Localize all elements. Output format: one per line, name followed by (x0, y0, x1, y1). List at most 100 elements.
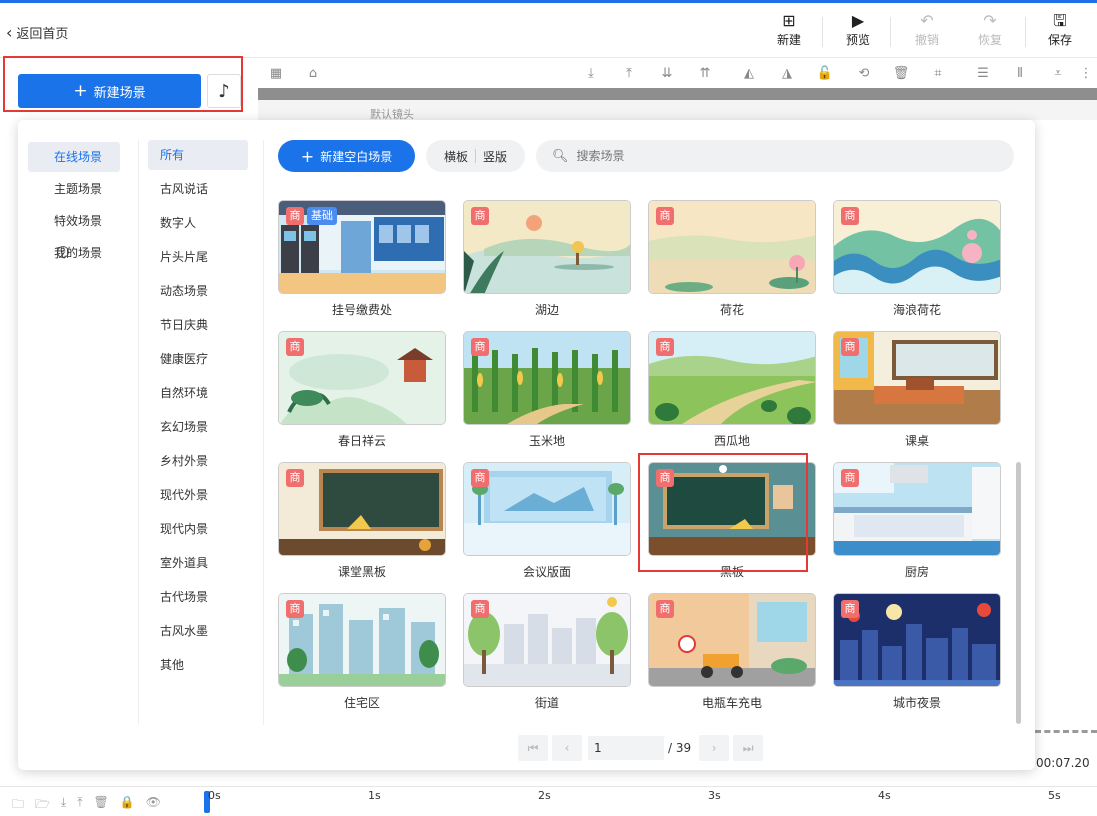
tick-label: 1s (368, 789, 381, 802)
save-icon: 🖫 (1053, 11, 1067, 30)
lock-icon[interactable]: 🔓 (815, 65, 835, 83)
tick-label: 0s (208, 789, 221, 802)
scene-card[interactable]: 商西瓜地 (648, 331, 816, 449)
scene-thumbnail[interactable]: 商 (648, 331, 816, 425)
scene-thumbnail[interactable]: 商 (278, 462, 446, 556)
subcategory-item[interactable]: 其他 (148, 650, 248, 680)
prev-page-button[interactable]: ‹ (552, 735, 582, 761)
more-icon[interactable]: ⋮ (1076, 65, 1096, 83)
portrait-option[interactable]: 竖版 (483, 148, 507, 165)
subcategory-item[interactable]: 现代内景 (148, 514, 248, 544)
align-center-icon[interactable]: ⫴ (1010, 65, 1030, 83)
page-input[interactable] (588, 736, 664, 760)
subcategory-item[interactable]: 节日庆典 (148, 310, 248, 340)
home-icon[interactable]: ⌂ (303, 65, 323, 83)
rotate-icon[interactable]: ⟲ (854, 65, 874, 83)
scene-card[interactable]: 商城市夜景 (833, 593, 1001, 711)
scene-thumbnail[interactable]: 商 (648, 200, 816, 294)
scene-card[interactable]: 商玉米地 (463, 331, 631, 449)
subcategory-item[interactable]: 现代外景 (148, 480, 248, 510)
delete-icon[interactable]: 🗑 (891, 65, 911, 83)
align-bottom-icon[interactable]: ⩡ (1048, 65, 1068, 83)
first-page-button[interactable]: ⏮ (518, 735, 548, 761)
scene-card[interactable]: 商海浪荷花 (833, 200, 1001, 318)
preview-button[interactable]: ▶ 预览 (834, 11, 882, 48)
move-up-icon[interactable]: ⤒ (619, 65, 639, 83)
subcategory-item[interactable]: 自然环境 (148, 378, 248, 408)
back-home-link[interactable]: ‹ 返回首页 (6, 23, 68, 43)
scene-thumbnail[interactable]: 商 (463, 331, 631, 425)
scene-card[interactable]: 商课堂黑板 (278, 462, 446, 580)
scene-card[interactable]: 商课桌 (833, 331, 1001, 449)
category-online[interactable]: 在线场景 (28, 142, 120, 172)
category-mine[interactable]: 我的场景 (28, 238, 120, 268)
category-theme[interactable]: 主题场景 (28, 174, 120, 204)
subcategory-item[interactable]: 数字人 (148, 208, 248, 238)
commercial-badge: 商 (841, 600, 859, 618)
subcategory-item[interactable]: 古代场景 (148, 582, 248, 612)
subcategory-item[interactable]: 古风水墨 (148, 616, 248, 646)
subcategory-item[interactable]: 乡村外景 (148, 446, 248, 476)
music-button[interactable]: ♪ (207, 74, 241, 108)
next-page-button[interactable]: › (699, 735, 730, 761)
scene-thumbnail[interactable]: 商 (648, 593, 816, 687)
scene-thumbnail[interactable]: 商 (463, 200, 631, 294)
commercial-badge: 商 (471, 469, 489, 487)
ruler-icon[interactable]: ▦ (266, 65, 286, 83)
scene-card[interactable]: 商基础 挂号缴费处 (278, 200, 446, 318)
subcategory-item[interactable]: 健康医疗 (148, 344, 248, 374)
scene-card[interactable]: 商电瓶车充电 (648, 593, 816, 711)
orientation-toggle: 横板 竖版 (426, 140, 525, 172)
scene-thumbnail[interactable]: 商 (463, 462, 631, 556)
tick-label: 3s (708, 789, 721, 802)
scene-thumbnail[interactable]: 商基础 (278, 200, 446, 294)
align-top-icon[interactable]: ☰ (973, 65, 993, 83)
pagination: ⏮ ‹ / 39 › ⏭ (518, 735, 767, 761)
scene-card[interactable]: 商住宅区 (278, 593, 446, 711)
search-input[interactable] (576, 149, 977, 163)
move-down-icon[interactable]: ⤓ (581, 65, 601, 83)
scrollbar[interactable] (1016, 462, 1021, 724)
scene-thumbnail[interactable]: 商 (278, 331, 446, 425)
move-bottom-icon[interactable]: ⇊ (657, 65, 677, 83)
scene-thumbnail[interactable]: 商 (833, 462, 1001, 556)
preview-button-label: 预览 (845, 33, 870, 47)
crop-icon[interactable]: ⌗ (928, 65, 948, 83)
new-button[interactable]: ⊞ 新建 (765, 11, 813, 48)
commercial-badge: 商 (471, 207, 489, 225)
subcategory-item[interactable]: 室外道具 (148, 548, 248, 578)
scene-card[interactable]: 商会议版面 (463, 462, 631, 580)
undo-icon: ↶ (920, 11, 934, 30)
scene-card[interactable]: 商厨房 (833, 462, 1001, 580)
scene-thumbnail[interactable]: 商 (463, 593, 631, 687)
scene-card[interactable]: 商街道 (463, 593, 631, 711)
redo-button-label: 恢复 (977, 33, 1002, 47)
save-button[interactable]: 🖫 保存 (1036, 11, 1084, 48)
last-page-button[interactable]: ⏭ (733, 735, 764, 761)
canvas-right-bg (1035, 120, 1097, 740)
subcategory-item[interactable]: 所有 (148, 140, 248, 170)
category-effects[interactable]: 特效场景 ? (28, 206, 120, 258)
flip-vertical-icon[interactable]: ◮ (777, 65, 797, 83)
new-blank-scene-button[interactable]: + 新建空白场景 (278, 140, 415, 172)
scene-thumbnail[interactable]: 商 (278, 593, 446, 687)
subcategory-item[interactable]: 动态场景 (148, 276, 248, 306)
undo-button[interactable]: ↶ 撤销 (903, 11, 951, 48)
scene-card[interactable]: 商荷花 (648, 200, 816, 318)
new-scene-button[interactable]: + 新建场景 (18, 74, 201, 108)
scene-card[interactable]: 商春日祥云 (278, 331, 446, 449)
redo-button[interactable]: ↷ 恢复 (966, 11, 1014, 48)
subcategory-item[interactable]: 片头片尾 (148, 242, 248, 272)
scene-thumbnail[interactable]: 商 (833, 200, 1001, 294)
subcategory-item[interactable]: 玄幻场景 (148, 412, 248, 442)
commercial-badge: 商 (656, 600, 674, 618)
scene-thumbnail[interactable]: 商 (833, 331, 1001, 425)
new-button-label: 新建 (776, 33, 801, 47)
scene-card[interactable]: 商湖边 (463, 200, 631, 318)
flip-horizontal-icon[interactable]: ◭ (739, 65, 759, 83)
scene-thumbnail[interactable]: 商 (833, 593, 1001, 687)
save-button-label: 保存 (1047, 33, 1072, 47)
move-top-icon[interactable]: ⇈ (695, 65, 715, 83)
subcategory-item[interactable]: 古风说话 (148, 174, 248, 204)
landscape-option[interactable]: 横板 (444, 148, 468, 165)
